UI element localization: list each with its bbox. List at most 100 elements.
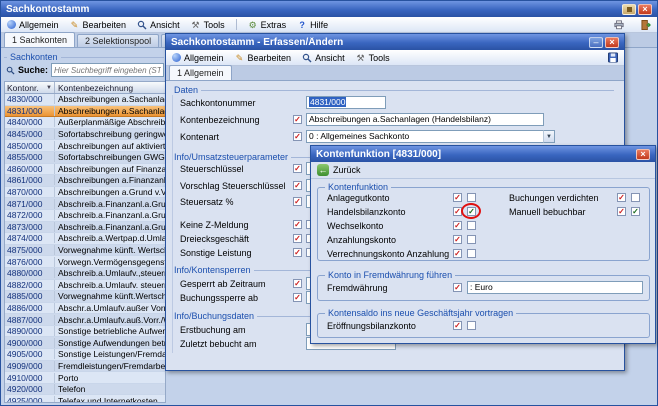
table-row[interactable]: 4840/000Außerplanmäßige Abschreibungen xyxy=(5,117,165,129)
buchungssperre-edit-checkbox[interactable] xyxy=(293,293,302,302)
table-row[interactable]: 4855/000Sofortabschreibungen GWG xyxy=(5,152,165,164)
table-row[interactable]: 4871/000Abschreib.a.Finanzanl.a.Grund ..… xyxy=(5,198,165,210)
buchungssperre-label: Buchungssperre ab xyxy=(180,293,258,303)
wechselkonto-edit-checkbox[interactable] xyxy=(453,221,462,230)
printer-icon[interactable] xyxy=(614,20,624,30)
kontonummer-label: Sachkontonummer xyxy=(180,98,256,108)
anzahlungskonto-label: Anzahlungskonto xyxy=(327,235,396,245)
vorschlag-edit-checkbox[interactable] xyxy=(293,181,302,190)
table-row[interactable]: 4872/000Abschreib.a.Finanzanl.a.Grund v.… xyxy=(5,210,165,222)
fremdwaehrung-edit-checkbox[interactable] xyxy=(453,283,462,292)
table-row[interactable]: 4925/000Telefax und Internetkosten xyxy=(5,395,165,402)
table-row[interactable]: 4887/000Abschr.a.Umlaufv.auß.Vorr./Wer..… xyxy=(5,314,165,326)
menu-label: Extras xyxy=(261,20,287,30)
column-kontenbezeichnung[interactable]: Kontenbezeichnung xyxy=(55,82,165,93)
table-row[interactable]: 4890/000Sonstige betriebliche Aufwendung… xyxy=(5,326,165,338)
gesperrt-edit-checkbox[interactable] xyxy=(293,279,302,288)
menu-separator xyxy=(236,19,237,30)
z-meldung-edit-checkbox[interactable] xyxy=(293,220,302,229)
menu-extras[interactable]: ⚙Extras xyxy=(248,20,287,30)
anzahlungskonto-edit-checkbox[interactable] xyxy=(453,235,462,244)
menu-tools[interactable]: ⚒Tools xyxy=(356,53,390,63)
back-button[interactable]: ← Zurück xyxy=(317,164,361,176)
buchungen-verdichten-checkbox[interactable] xyxy=(631,193,640,202)
kontenfunktion-content: ← Zurück Kontenfunktion Anlagegutkonto H… xyxy=(311,162,655,343)
table-row[interactable]: 4900/000Sonstige Aufwendungen betriebli.… xyxy=(5,337,165,349)
table-row[interactable]: 4830/000Abschreibungen a.Sachanlagen xyxy=(5,94,165,106)
menu-label: Allgemein xyxy=(19,20,59,30)
table-row[interactable]: 4860/000Abschreibungen auf Finanzanlagen xyxy=(5,164,165,176)
account-name: Abschr.a.Umlaufv.außer Vorräte... xyxy=(55,303,165,313)
steuersatz-edit-checkbox[interactable] xyxy=(293,197,302,206)
table-row[interactable]: 4831/000Abschreibungen a.Sachanlagen (H.… xyxy=(5,106,165,118)
manuell-bebuchbar-edit-checkbox[interactable] xyxy=(617,207,626,216)
window-menu-button[interactable] xyxy=(622,4,636,15)
menu-bearbeiten[interactable]: ✎Bearbeiten xyxy=(235,53,292,63)
verrechnungskonto-checkbox[interactable] xyxy=(467,249,476,258)
verrechnungskonto-edit-checkbox[interactable] xyxy=(453,249,462,258)
search-input[interactable] xyxy=(51,63,164,77)
table-row[interactable]: 4845/000Sofortabschreibung geringwertig.… xyxy=(5,129,165,141)
minimize-icon[interactable]: – xyxy=(589,37,603,48)
kontenart-field[interactable]: 0 : Allgemeines Sachkonto xyxy=(306,130,544,143)
table-row[interactable]: 4886/000Abschr.a.Umlaufv.außer Vorräte..… xyxy=(5,303,165,315)
sonstige-leistung-edit-checkbox[interactable] xyxy=(293,248,302,257)
hammer-icon: ⚒ xyxy=(191,20,201,30)
tab-allgemein[interactable]: 1 Allgemein xyxy=(169,65,232,80)
close-icon[interactable]: × xyxy=(636,149,650,160)
table-row[interactable]: 4875/000Vorwegnahme künft. Wertschw... xyxy=(5,245,165,257)
kontenart-dropdown-icon[interactable]: ▼ xyxy=(543,130,555,143)
account-name: Abschreibungen auf Finanzanlagen xyxy=(55,164,165,174)
tab-selektionspool[interactable]: 2 Selektionspool xyxy=(77,34,159,47)
fremdwaehrung-field[interactable]: : Euro xyxy=(467,281,643,294)
tab-sachkonten[interactable]: 1 Sachkonten xyxy=(4,32,75,47)
table-row[interactable]: 4880/000Abschreib.a.Umlaufv.,steuerrecht… xyxy=(5,268,165,280)
menu-tools[interactable]: ⚒Tools xyxy=(191,20,225,30)
eroeffnungsbilanzkonto-edit-checkbox[interactable] xyxy=(453,321,462,330)
anlagegutkonto-edit-checkbox[interactable] xyxy=(453,193,462,202)
bezeichnung-field[interactable]: Abschreibungen a.Sachanlagen (Handelsbil… xyxy=(306,113,544,126)
bezeichnung-edit-checkbox[interactable] xyxy=(293,115,302,124)
main-titlebar[interactable]: Sachkontostamm × xyxy=(1,1,657,17)
steuerschluessel-edit-checkbox[interactable] xyxy=(293,164,302,173)
anlagegutkonto-checkbox[interactable] xyxy=(467,193,476,202)
menu-hilfe[interactable]: ?Hilfe xyxy=(297,20,328,30)
table-row[interactable]: 4885/000Vorwegnahme künft.Wertschwank... xyxy=(5,291,165,303)
kontenfunktion-titlebar[interactable]: Kontenfunktion [4831/000] × xyxy=(311,146,655,162)
close-icon[interactable]: × xyxy=(605,37,619,48)
column-kontonr[interactable]: Kontonr.▼ xyxy=(5,82,55,93)
dreiecksgeschaeft-edit-checkbox[interactable] xyxy=(293,234,302,243)
edit-titlebar[interactable]: Sachkontostamm - Erfassen/Ändern – × xyxy=(166,34,624,50)
table-row[interactable]: 4882/000Abschreib.a.Umlaufv. steuerrecht… xyxy=(5,280,165,292)
table-row[interactable]: 4850/000Abschreibungen auf aktivierte ge… xyxy=(5,140,165,152)
manuell-bebuchbar-checkbox[interactable] xyxy=(631,207,640,216)
table-row[interactable]: 4874/000Abschreib.a.Wertpap.d.Umlaufve..… xyxy=(5,233,165,245)
wechselkonto-checkbox[interactable] xyxy=(467,221,476,230)
table-row[interactable]: 4861/000Abschreibungen a.Finanzanl. 100.… xyxy=(5,175,165,187)
column-kontenbezeichnung-label: Kontenbezeichnung xyxy=(58,83,133,93)
account-name: Telefon xyxy=(55,384,165,394)
menu-bearbeiten[interactable]: ✎Bearbeiten xyxy=(70,20,127,30)
table-row[interactable]: 4920/000Telefon xyxy=(5,384,165,396)
table-row[interactable]: 4873/000Abschreib.a.Finanzanl.a.Grund ..… xyxy=(5,222,165,234)
menu-allgemein[interactable]: Allgemein xyxy=(7,20,59,30)
table-row[interactable]: 4910/000Porto xyxy=(5,372,165,384)
table-row[interactable]: 4909/000Fremdleistungen/Fremdarbeiten xyxy=(5,361,165,373)
kontenart-edit-checkbox[interactable] xyxy=(293,132,302,141)
anzahlungskonto-checkbox[interactable] xyxy=(467,235,476,244)
edit-menubar: Allgemein ✎Bearbeiten Ansicht ⚒Tools xyxy=(166,50,624,66)
close-icon[interactable]: × xyxy=(638,4,652,15)
table-row[interactable]: 4870/000Abschreibungen a.Grund v.Verlus.… xyxy=(5,187,165,199)
kontonummer-field[interactable]: 4831/000 xyxy=(306,96,386,109)
menu-ansicht[interactable]: Ansicht xyxy=(302,53,345,63)
table-row[interactable]: 4905/000Sonstige Leistungen/Fremdarbeite… xyxy=(5,349,165,361)
account-name: Fremdleistungen/Fremdarbeiten xyxy=(55,361,165,371)
exit-icon[interactable] xyxy=(641,20,651,30)
buchungen-verdichten-edit-checkbox[interactable] xyxy=(617,193,626,202)
menu-label: Ansicht xyxy=(150,20,180,30)
table-row[interactable]: 4876/000Vorwegn.Vermögensgegenst... xyxy=(5,256,165,268)
save-icon[interactable] xyxy=(608,53,618,63)
eroeffnungsbilanzkonto-checkbox[interactable] xyxy=(467,321,476,330)
menu-ansicht[interactable]: Ansicht xyxy=(137,20,180,30)
menu-allgemein[interactable]: Allgemein xyxy=(172,53,224,63)
